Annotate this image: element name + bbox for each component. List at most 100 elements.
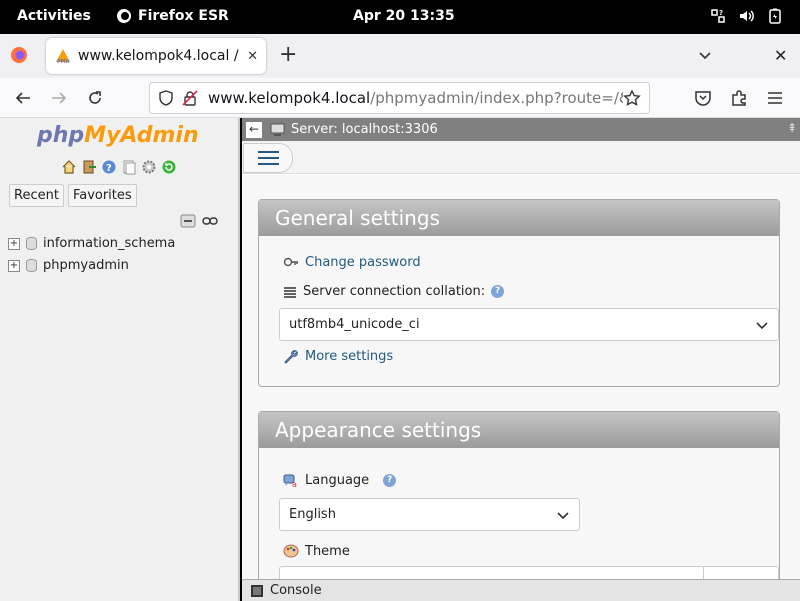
database-icon — [26, 259, 37, 272]
shield-icon[interactable] — [158, 90, 174, 106]
key-icon — [283, 257, 298, 267]
db-name[interactable]: information_schema — [43, 236, 175, 251]
pma-main-panel: ← Server: localhost:3306 ⇞ General setti… — [242, 118, 800, 601]
more-settings-link[interactable]: More settings — [305, 349, 393, 364]
server-label[interactable]: Server: localhost:3306 — [291, 122, 438, 137]
tab-title: www.kelompok4.local / lo — [78, 48, 244, 64]
tab-close-icon[interactable]: ✕ — [247, 49, 258, 64]
logout-icon[interactable] — [81, 159, 97, 175]
collation-row: Server connection collation: ? — [283, 284, 505, 299]
expand-icon[interactable]: + — [8, 237, 20, 250]
collation-label: Server connection collation: — [303, 284, 486, 299]
general-settings-card: General settings Change password Server … — [258, 199, 780, 387]
svg-text:PMA: PMA — [57, 59, 70, 64]
menu-icon[interactable] — [766, 90, 784, 106]
wrench-icon — [284, 350, 298, 364]
url-path: /phpmyadmin/index.php?route=/&ro — [370, 89, 623, 107]
bookmark-star-icon[interactable] — [623, 89, 641, 107]
chevron-down-icon — [557, 511, 569, 519]
insecure-lock-icon[interactable] — [182, 90, 198, 106]
list-all-tabs-icon[interactable] — [697, 47, 713, 63]
window-close-icon[interactable]: ✕ — [774, 46, 787, 65]
extensions-icon[interactable] — [730, 89, 748, 107]
reload-nav-icon[interactable] — [161, 159, 177, 175]
tab-recent[interactable]: Recent — [9, 184, 64, 207]
collation-value: utf8mb4_unicode_ci — [289, 317, 420, 332]
language-value: English — [289, 507, 336, 522]
system-tray[interactable]: ? — [710, 8, 782, 24]
change-password-link[interactable]: Change password — [305, 255, 421, 270]
theme-view-all-button[interactable] — [703, 567, 778, 579]
tree-item-phpmyadmin[interactable]: + phpmyadmin — [8, 258, 129, 273]
console-icon — [251, 584, 263, 597]
top-menu-bar — [242, 141, 800, 174]
language-row: a Language ? — [283, 472, 397, 488]
clock[interactable]: Apr 20 13:35 — [353, 8, 455, 24]
database-icon — [26, 237, 37, 250]
tree-controls — [180, 213, 218, 229]
reload-icon[interactable] — [86, 89, 104, 107]
theme-row: Theme — [283, 543, 350, 559]
tree-item-information-schema[interactable]: + information_schema — [8, 236, 175, 251]
language-label: Language — [305, 472, 370, 488]
console-label: Console — [270, 583, 322, 598]
tab-bar: PMA www.kelompok4.local / lo ✕ + ✕ — [0, 34, 800, 78]
tab-favorites[interactable]: Favorites — [67, 184, 137, 207]
nav-tabs: Recent Favorites — [9, 184, 137, 207]
settings-content: General settings Change password Server … — [242, 175, 800, 579]
help-icon[interactable]: ? — [491, 285, 505, 298]
logo-php-text: php — [37, 123, 85, 148]
collapse-all-icon[interactable] — [180, 213, 196, 229]
server-icon — [270, 123, 285, 136]
logo-myadmin-text: MyAdmin — [84, 123, 199, 148]
expand-icon[interactable]: + — [8, 259, 20, 272]
app-menu[interactable]: Firefox ESR — [116, 8, 229, 24]
appearance-settings-card: Appearance settings a Language ? English… — [258, 411, 780, 579]
navigation-toolbar: www.kelompok4.local/phpmyadmin/index.php… — [0, 78, 800, 118]
link-icon[interactable] — [202, 213, 218, 229]
svg-text:?: ? — [719, 9, 723, 17]
network-icon: ? — [711, 9, 725, 23]
settings-gear-icon[interactable] — [141, 159, 157, 175]
language-icon: a — [283, 474, 297, 488]
scroll-top-icon[interactable]: ⇞ — [787, 121, 797, 135]
new-tab-button[interactable]: + — [279, 42, 297, 67]
url-text[interactable]: www.kelompok4.local/phpmyadmin/index.php… — [208, 89, 623, 107]
theme-palette-icon — [283, 544, 299, 558]
nav-icon-bar: ? — [61, 159, 177, 175]
pma-navigation-panel: phpMyAdmin ? Recent Favorites + informat… — [0, 118, 240, 601]
svg-text:a: a — [292, 480, 297, 488]
server-breadcrumb-bar: ← Server: localhost:3306 ⇞ — [242, 118, 800, 141]
battery-icon — [769, 8, 781, 24]
url-host: www.kelompok4.local — [208, 89, 371, 107]
address-bar[interactable]: www.kelompok4.local/phpmyadmin/index.php… — [149, 82, 650, 114]
docs-icon[interactable] — [121, 159, 137, 175]
collation-select[interactable]: utf8mb4_unicode_ci — [279, 308, 779, 341]
language-select[interactable]: English — [279, 498, 580, 531]
theme-select[interactable] — [279, 566, 779, 579]
change-password-row[interactable]: Change password — [283, 254, 421, 270]
firefox-app-icon — [117, 9, 131, 23]
theme-label: Theme — [305, 543, 350, 559]
forward-icon[interactable] — [50, 90, 68, 106]
pocket-icon[interactable] — [694, 89, 712, 107]
nav-toggle-arrow-icon[interactable]: ← — [246, 121, 262, 138]
console-bar[interactable]: Console — [242, 579, 800, 601]
app-name: Firefox ESR — [138, 8, 229, 24]
svg-text:?: ? — [106, 163, 112, 174]
pma-logo[interactable]: phpMyAdmin — [37, 123, 199, 148]
help-icon[interactable]: ? — [101, 159, 117, 175]
appearance-settings-title: Appearance settings — [259, 412, 779, 448]
firefox-view-icon[interactable] — [10, 46, 28, 64]
general-settings-title: General settings — [259, 200, 779, 236]
browser-tab[interactable]: PMA www.kelompok4.local / lo ✕ — [46, 38, 266, 74]
help-icon[interactable]: ? — [383, 473, 397, 487]
activities-button[interactable]: Activities — [17, 8, 91, 24]
home-icon[interactable] — [61, 159, 77, 175]
collation-icon — [284, 286, 296, 298]
back-icon[interactable] — [14, 90, 32, 106]
more-settings-row[interactable]: More settings — [283, 348, 393, 364]
db-name[interactable]: phpmyadmin — [43, 258, 129, 273]
pma-favicon: PMA — [56, 49, 70, 64]
hamburger-menu-button[interactable] — [243, 143, 293, 173]
